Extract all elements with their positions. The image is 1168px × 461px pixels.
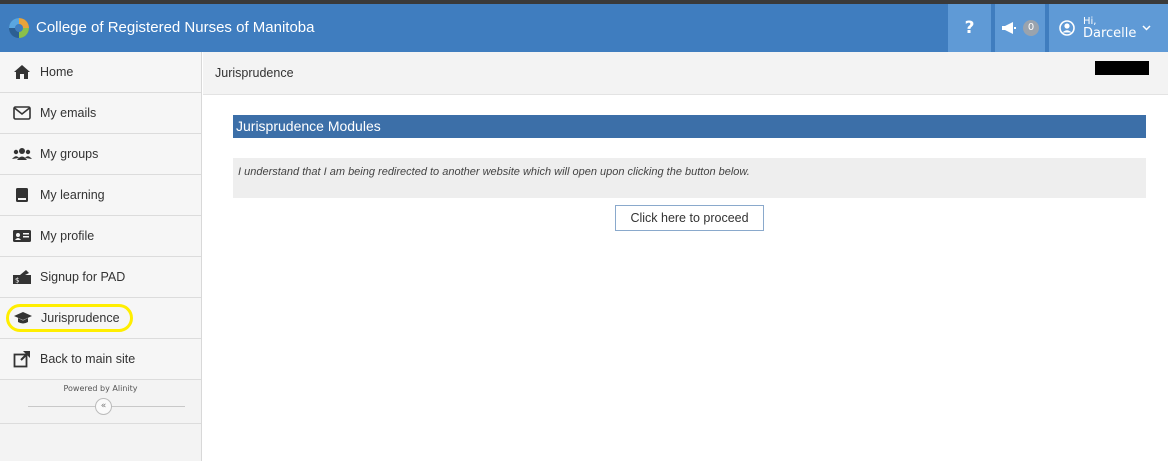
redacted-block: [1095, 61, 1149, 75]
book-icon: [12, 186, 32, 204]
user-greeting: Hi, Darcelle: [1083, 16, 1136, 40]
sidebar-item-my-learning[interactable]: My learning: [0, 175, 201, 216]
user-name: Darcelle: [1083, 26, 1137, 41]
sidebar-item-back-to-main-site[interactable]: Back to main site: [0, 339, 201, 380]
sidebar-item-label: My groups: [40, 147, 99, 161]
sidebar-item-home[interactable]: Home: [0, 52, 201, 93]
sidebar-item-label: Back to main site: [40, 352, 136, 366]
home-icon: [12, 63, 32, 81]
envelope-icon: [12, 104, 32, 122]
sidebar-item-label: Home: [40, 65, 74, 79]
sidebar-item-my-emails[interactable]: My emails: [0, 93, 201, 134]
sidebar-item-my-groups[interactable]: My groups: [0, 134, 201, 175]
sidebar-item-label: My profile: [40, 229, 95, 243]
users-icon: [12, 145, 32, 163]
external-link-icon: [12, 350, 32, 368]
svg-text:$: $: [15, 277, 19, 285]
breadcrumb-current: Jurisprudence: [215, 66, 294, 80]
sidebar-item-label: Jurisprudence: [41, 311, 120, 325]
notification-badge: 0: [1023, 20, 1039, 36]
breadcrumb: Jurisprudence: [203, 52, 1168, 95]
sidebar-item-signup-pad[interactable]: $ Signup for PAD: [0, 257, 201, 298]
sidebar-item-jurisprudence[interactable]: Jurisprudence: [0, 298, 201, 339]
app-title[interactable]: College of Registered Nurses of Manitoba: [36, 4, 314, 52]
help-button[interactable]: ?: [948, 4, 991, 52]
help-icon: ?: [964, 18, 975, 38]
top-bar: College of Registered Nurses of Manitoba…: [0, 4, 1168, 52]
user-circle-icon: [1059, 20, 1075, 36]
id-card-icon: [12, 227, 32, 245]
proceed-button[interactable]: Click here to proceed: [615, 205, 764, 231]
sidebar-item-label: My learning: [40, 188, 105, 202]
section-title: Jurisprudence Modules: [233, 115, 1146, 138]
jurisprudence-highlight: Jurisprudence: [6, 304, 133, 332]
redirect-notice: I understand that I am being redirected …: [233, 158, 1146, 198]
sidebar-item-label: Signup for PAD: [40, 270, 126, 284]
collapse-sidebar-button[interactable]: «: [95, 398, 112, 415]
chevron-down-icon: [1142, 25, 1151, 31]
logo-icon: [9, 18, 29, 38]
notifications-button[interactable]: 0: [995, 4, 1045, 52]
user-menu-button[interactable]: Hi, Darcelle: [1049, 4, 1168, 52]
sidebar-item-my-profile[interactable]: My profile: [0, 216, 201, 257]
money-icon: $: [12, 268, 32, 286]
graduation-cap-icon: [13, 309, 33, 327]
powered-by-text[interactable]: Powered by Alinity: [64, 384, 138, 393]
powered-by-section: Powered by Alinity «: [0, 380, 201, 424]
megaphone-icon: [1002, 22, 1016, 34]
sidebar: Home My emails My groups My learning My …: [0, 52, 202, 461]
sidebar-item-label: My emails: [40, 106, 97, 120]
